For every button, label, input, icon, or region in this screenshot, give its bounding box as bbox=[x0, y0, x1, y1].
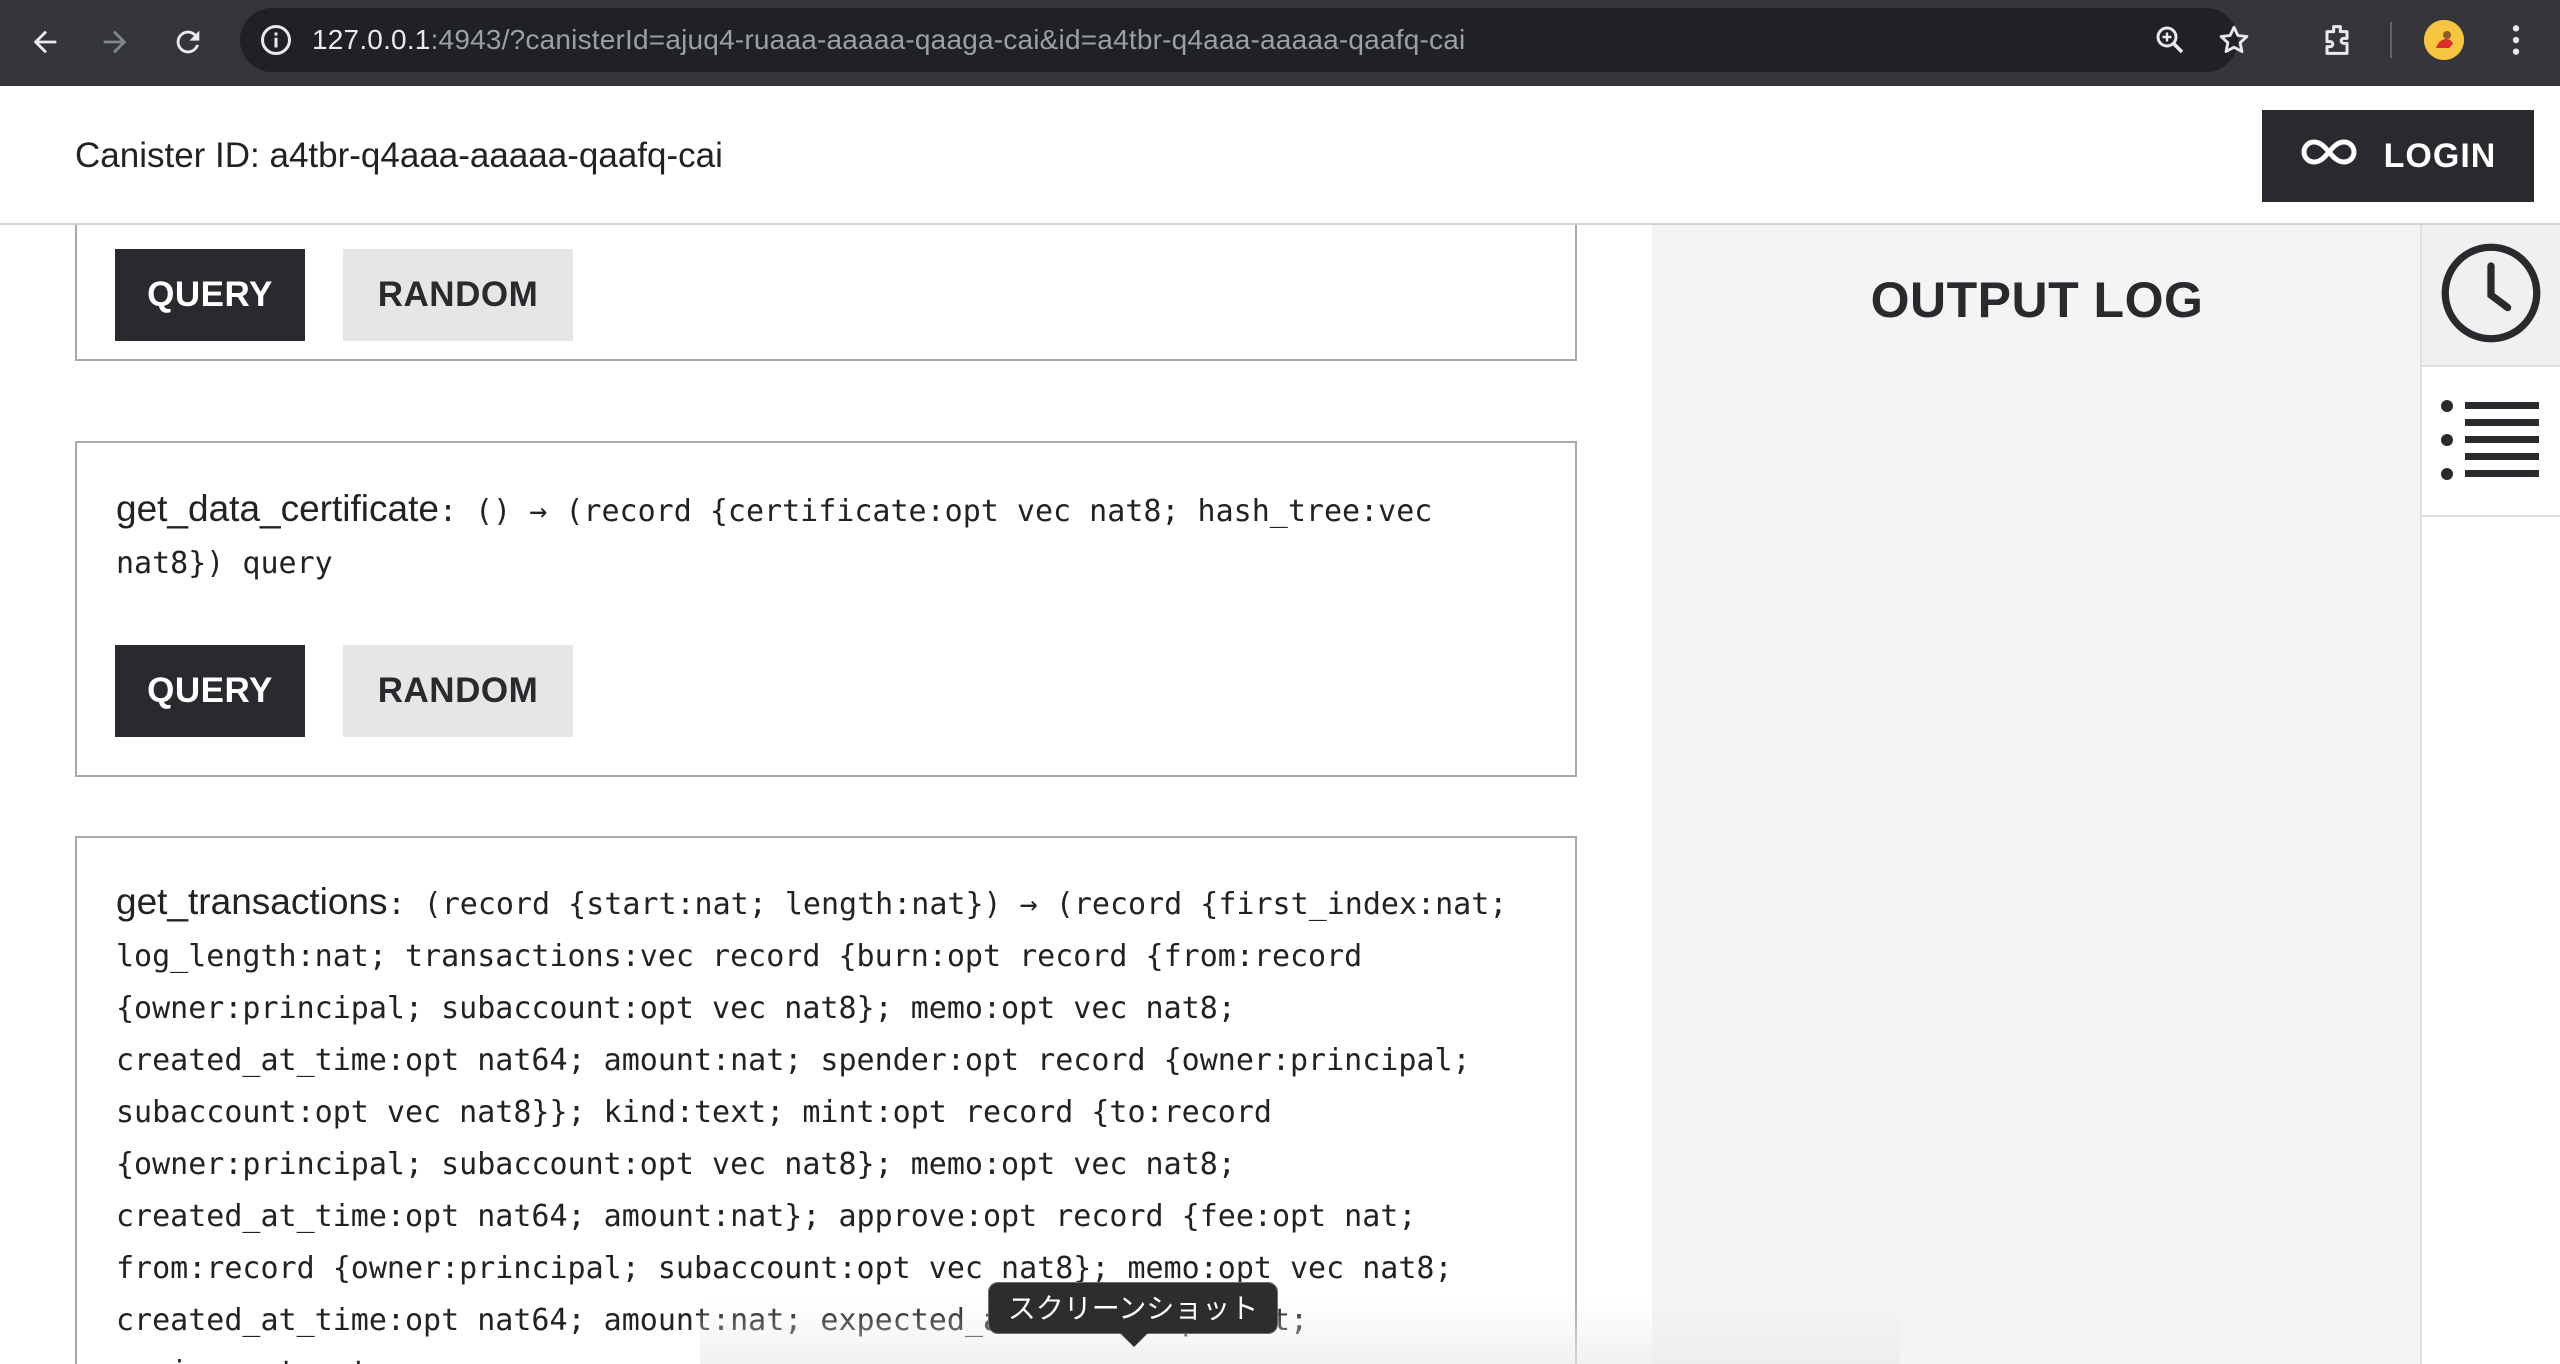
site-info-icon[interactable] bbox=[258, 22, 294, 58]
method-card-get-data-certificate: get_data_certificate: () → (record {cert… bbox=[75, 441, 1577, 777]
random-button[interactable]: RANDOM bbox=[343, 645, 573, 737]
address-bar[interactable]: 127.0.0.1:4943/?canisterId=ajuq4-ruaaa-a… bbox=[240, 8, 2249, 72]
clock-icon bbox=[2439, 241, 2543, 350]
extensions-icon[interactable] bbox=[2317, 20, 2357, 60]
url-host: 127.0.0.1 bbox=[312, 24, 431, 55]
zoom-icon[interactable] bbox=[2152, 22, 2188, 58]
method-card-get-transactions: get_transactions: (record {start:nat; le… bbox=[75, 836, 1577, 1364]
canister-id-title: Canister ID: a4tbr-q4aaa-aaaaa-qaafq-cai bbox=[75, 136, 723, 175]
method-name: get_data_certificate bbox=[116, 488, 439, 529]
app-header: Canister ID: a4tbr-q4aaa-aaaaa-qaafq-cai… bbox=[0, 86, 2560, 225]
method-signature: get_transactions: (record {start:nat; le… bbox=[116, 876, 1536, 1364]
screenshot-tooltip: スクリーンショット bbox=[988, 1282, 1278, 1334]
infinity-icon bbox=[2300, 136, 2358, 177]
browser-toolbar: 127.0.0.1:4943/?canisterId=ajuq4-ruaaa-a… bbox=[0, 0, 2560, 86]
random-button[interactable]: RANDOM bbox=[343, 249, 573, 341]
bookmark-star-icon[interactable] bbox=[2216, 22, 2252, 58]
method-card: QUERY RANDOM bbox=[75, 225, 1577, 361]
login-button[interactable]: LOGIN bbox=[2262, 110, 2534, 202]
query-button[interactable]: QUERY bbox=[115, 249, 305, 341]
screenshot-overlay-shade bbox=[700, 1300, 1900, 1364]
side-rail bbox=[2420, 225, 2560, 1364]
history-button[interactable] bbox=[2422, 225, 2560, 367]
method-type: : (record {start:nat; length:nat}) → (re… bbox=[116, 887, 1508, 1364]
tooltip-arrow bbox=[1120, 1333, 1148, 1347]
output-log-title: OUTPUT LOG bbox=[1870, 272, 2204, 328]
more-menu-icon[interactable] bbox=[2496, 20, 2536, 60]
login-label: LOGIN bbox=[2383, 136, 2497, 175]
profile-avatar[interactable] bbox=[2424, 20, 2464, 60]
list-view-button[interactable] bbox=[2422, 369, 2560, 517]
method-signature: get_data_certificate: () → (record {cert… bbox=[116, 483, 1536, 590]
back-icon[interactable] bbox=[17, 14, 73, 70]
query-button[interactable]: QUERY bbox=[115, 645, 305, 737]
url-path: :4943/?canisterId=ajuq4-ruaaa-aaaaa-qaag… bbox=[430, 24, 1466, 55]
forward-icon[interactable] bbox=[87, 14, 143, 70]
method-name: get_transactions bbox=[116, 881, 388, 922]
reload-icon[interactable] bbox=[160, 14, 216, 70]
methods-list[interactable]: QUERY RANDOM get_data_certificate: () → … bbox=[0, 225, 1652, 1364]
toolbar-divider bbox=[2390, 22, 2392, 58]
output-log-panel: OUTPUT LOG bbox=[1652, 225, 2422, 1364]
url-text[interactable]: 127.0.0.1:4943/?canisterId=ajuq4-ruaaa-a… bbox=[312, 8, 1465, 72]
list-icon bbox=[2441, 398, 2541, 487]
